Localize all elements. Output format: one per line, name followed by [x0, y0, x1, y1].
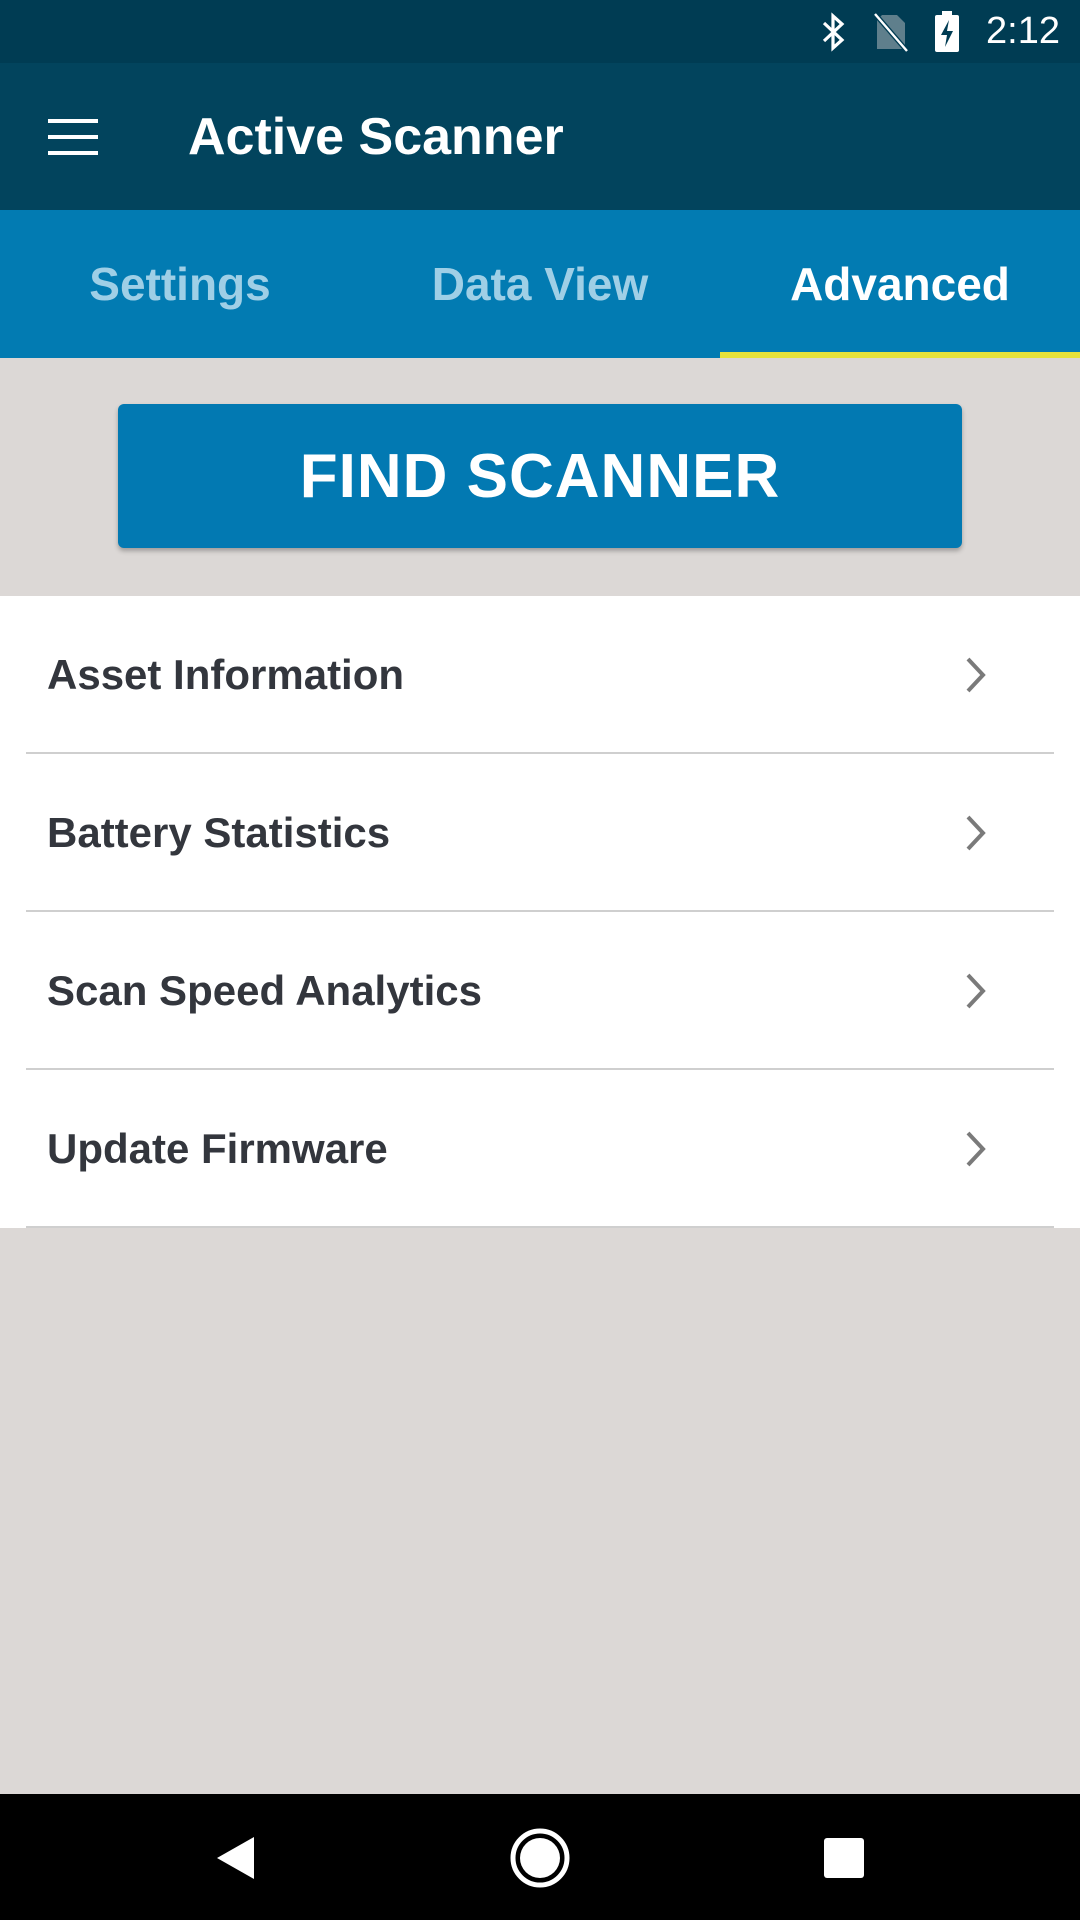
- advanced-menu-list: Asset Information Battery Statistics Sca…: [0, 596, 1080, 1228]
- status-bar: 2:12: [0, 0, 1080, 63]
- chevron-right-icon: [966, 815, 986, 851]
- chevron-right-icon: [966, 973, 986, 1009]
- tab-data-view[interactable]: Data View: [360, 210, 720, 358]
- chevron-right-icon: [966, 657, 986, 693]
- navigation-bar: [0, 1794, 1080, 1920]
- list-item-battery-statistics[interactable]: Battery Statistics: [0, 754, 1080, 912]
- hamburger-menu-icon[interactable]: [48, 117, 98, 157]
- bluetooth-icon: [820, 11, 848, 52]
- tab-settings[interactable]: Settings: [0, 210, 360, 358]
- list-item-scan-speed-analytics[interactable]: Scan Speed Analytics: [0, 912, 1080, 1070]
- chevron-right-icon: [966, 1131, 986, 1167]
- find-scanner-button[interactable]: FIND SCANNER: [118, 404, 962, 548]
- battery-charging-icon: [934, 10, 960, 53]
- status-time: 2:12: [986, 10, 1060, 52]
- tab-advanced[interactable]: Advanced: [720, 210, 1080, 358]
- list-item-asset-information[interactable]: Asset Information: [0, 596, 1080, 754]
- app-title: Active Scanner: [188, 107, 564, 166]
- find-scanner-area: FIND SCANNER: [0, 358, 1080, 596]
- list-item-update-firmware[interactable]: Update Firmware: [0, 1070, 1080, 1228]
- list-item-label: Battery Statistics: [47, 809, 391, 856]
- list-item-label: Update Firmware: [47, 1125, 388, 1172]
- app-bar: Active Scanner: [0, 63, 1080, 210]
- home-icon[interactable]: [509, 1827, 571, 1889]
- no-sim-icon: [874, 11, 909, 52]
- recents-icon[interactable]: [824, 1838, 864, 1878]
- tab-bar: Settings Data View Advanced: [0, 210, 1080, 358]
- list-item-label: Asset Information: [47, 651, 405, 698]
- list-item-label: Scan Speed Analytics: [47, 967, 482, 1014]
- back-icon[interactable]: [214, 1834, 258, 1882]
